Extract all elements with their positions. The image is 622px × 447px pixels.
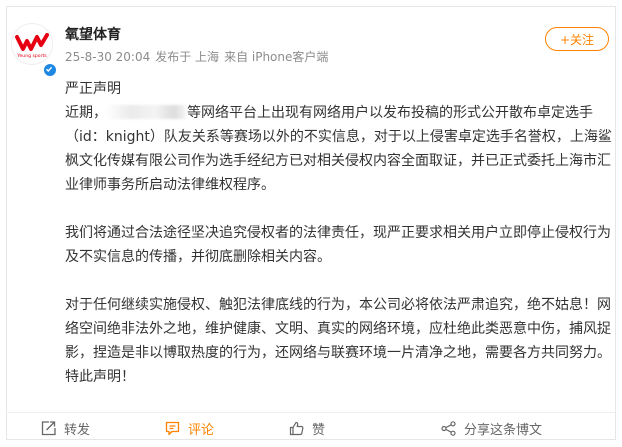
like-label: 赞 (312, 423, 326, 438)
thumbs-up-icon (289, 421, 304, 436)
repost-button[interactable]: 转发 (40, 419, 90, 438)
share-icon (441, 421, 456, 436)
verified-badge-icon (43, 63, 57, 77)
comment-button[interactable]: 评论 (164, 419, 214, 438)
post-location: 发布于 上海 (155, 50, 220, 64)
repost-icon (41, 421, 56, 436)
post-paragraph-2: 我们将通过合法途径坚决追究侵权者的法律责任，现严正要求相关用户立即停止侵权行为及… (65, 225, 611, 265)
comment-icon (165, 421, 180, 436)
action-bar: 转发 评论 赞 分享这条博文 (6, 412, 616, 447)
brand-logo-text: Yeung sports (16, 53, 47, 59)
like-button[interactable]: 赞 (288, 419, 325, 438)
follow-button[interactable]: +关注 (545, 27, 609, 51)
share-label: 分享这条博文 (464, 423, 543, 438)
post-closing: 特此声明！ (65, 369, 135, 385)
post-title: 严正声明 (65, 81, 121, 97)
brand-logo-icon: Yeung sports (15, 33, 49, 59)
post-paragraph-1: 近期， 等网络平台上出现有网络用户以发布投稿的形式公开散布卓定选手（id：knig… (65, 101, 613, 197)
post-content: 严正声明 近期， 等网络平台上出现有网络用户以发布投稿的形式公开散布卓定选手（id… (65, 77, 613, 389)
author-name[interactable]: 氧望体育 (65, 24, 121, 44)
avatar[interactable]: Yeung sports (11, 23, 53, 65)
post-card: Yeung sports 氧望体育 25-8-30 20:04 发布于 上海 来自 … (6, 6, 616, 440)
follow-button-label: +关注 (559, 32, 595, 47)
post-date[interactable]: 25-8-30 20:04 (65, 50, 150, 64)
post-meta: 25-8-30 20:04 发布于 上海 来自 iPhone客户端 (65, 48, 333, 65)
post-source: 来自 iPhone客户端 (224, 50, 329, 64)
post-paragraph-3: 对于任何继续实施侵权、触犯法律底线的行为，本公司必将依法严肃追究，绝不姑息！网络… (65, 297, 611, 361)
repost-label: 转发 (64, 423, 91, 438)
redacted-text (108, 105, 186, 119)
comment-label: 评论 (188, 423, 215, 438)
paragraph-1-start: 近期， (65, 105, 107, 121)
share-button[interactable]: 分享这条博文 (440, 419, 542, 438)
